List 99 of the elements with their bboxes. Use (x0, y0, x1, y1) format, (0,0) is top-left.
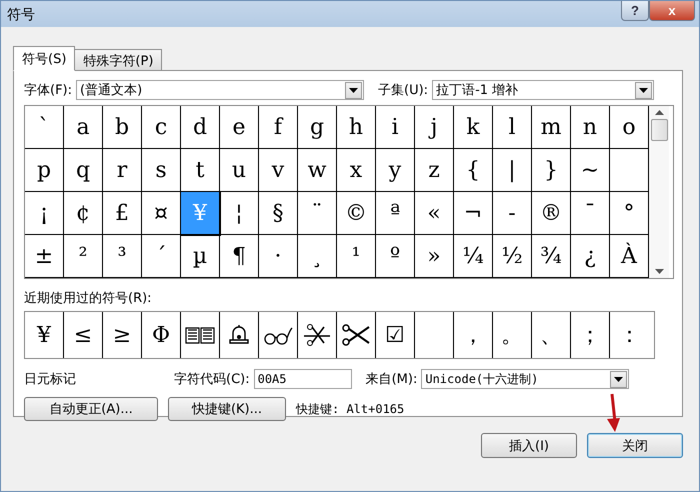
caret-icon (349, 88, 358, 92)
symbol-cell[interactable]: ¡ (25, 192, 64, 235)
symbol-cell[interactable]: ³ (103, 235, 142, 278)
recent-symbol-cell[interactable]: ≥ (103, 312, 142, 358)
symbol-cell[interactable]: f (259, 106, 298, 149)
symbol-cell[interactable]: ¢ (64, 192, 103, 235)
symbol-cell[interactable]: ` (25, 106, 64, 149)
symbol-cell[interactable]: ² (64, 235, 103, 278)
symbol-cell[interactable]: - (493, 192, 532, 235)
symbol-cell[interactable]: ´ (142, 235, 181, 278)
symbol-cell[interactable]: r (103, 149, 142, 192)
font-label: 字体(F): (24, 82, 72, 99)
symbol-cell[interactable]: w (298, 149, 337, 192)
symbol-cell[interactable]: q (64, 149, 103, 192)
tab[interactable]: 符号(S) (13, 46, 76, 71)
recent-symbol-cell[interactable]: ☑ (376, 312, 415, 358)
symbol-cell[interactable]: b (103, 106, 142, 149)
symbol-cell[interactable]: ¯ (571, 192, 610, 235)
symbol-cell[interactable]: n (571, 106, 610, 149)
symbol-cell[interactable]: ± (25, 235, 64, 278)
symbol-cell[interactable]: © (337, 192, 376, 235)
symbol-cell[interactable]: ¹ (337, 235, 376, 278)
symbol-cell[interactable]: c (142, 106, 181, 149)
scrollbar[interactable] (649, 106, 669, 278)
symbol-cell[interactable]: j (415, 106, 454, 149)
symbol-cell[interactable]: ¾ (532, 235, 571, 278)
symbol-cell[interactable]: u (220, 149, 259, 192)
caret-icon (639, 88, 648, 92)
symbol-cell[interactable]: l (493, 106, 532, 149)
symbol-cell[interactable]: ª (376, 192, 415, 235)
scrollbar-thumb[interactable] (650, 119, 668, 141)
recent-symbol-cell[interactable]: ≤ (64, 312, 103, 358)
symbol-cell[interactable]: ¦ (220, 192, 259, 235)
from-dropdown[interactable]: Unicode(十六进制) (421, 369, 630, 389)
symbol-cell[interactable]: ¸ (298, 235, 337, 278)
symbol-cell[interactable]: h (337, 106, 376, 149)
recent-symbol-cell[interactable]: 、 (532, 312, 571, 358)
symbol-cell[interactable]: k (454, 106, 493, 149)
symbol-name: 日元标记 (24, 371, 77, 388)
font-dropdown[interactable]: (普通文本) (76, 80, 364, 100)
pointer-arrow-icon (606, 393, 622, 433)
recent-symbol-cell[interactable]: 。 (493, 312, 532, 358)
symbol-cell[interactable]: a (64, 106, 103, 149)
symbol-cell[interactable]: p (25, 149, 64, 192)
recent-symbol-cell[interactable]: ； (571, 312, 610, 358)
scissors-icon (341, 324, 371, 346)
from-label: 来自(M): (366, 371, 418, 388)
symbol-cell[interactable]: · (259, 235, 298, 278)
bell-icon (227, 324, 251, 346)
symbol-cell[interactable]: x (337, 149, 376, 192)
symbol-cell[interactable]: v (259, 149, 298, 192)
autocorrect-button[interactable]: 自动更正(A)... (24, 397, 158, 421)
symbol-cell[interactable]: « (415, 192, 454, 235)
symbol-cell[interactable]: ¨ (298, 192, 337, 235)
symbol-cell[interactable]: £ (103, 192, 142, 235)
symbol-cell[interactable]: ½ (493, 235, 532, 278)
symbol-cell[interactable]: } (532, 149, 571, 192)
recent-symbols-label: 近期使用过的符号(R): (24, 290, 153, 307)
tab[interactable]: 特殊字符(P) (74, 49, 162, 70)
symbol-cell[interactable]: µ (181, 235, 220, 278)
symbol-cell[interactable]: d (181, 106, 220, 149)
symbol-cell[interactable]: g (298, 106, 337, 149)
subset-label: 子集(U): (378, 82, 428, 99)
open-book-icon (185, 325, 215, 345)
symbol-cell[interactable]: i (376, 106, 415, 149)
symbol-cell[interactable]: { (454, 149, 493, 192)
char-code-label: 字符代码(C): (174, 371, 250, 388)
scissors-icon (302, 324, 332, 346)
window-title: 符号 (7, 6, 35, 24)
recent-symbol-cell[interactable]: ， (454, 312, 493, 358)
glasses-icon (263, 325, 293, 345)
dialog-button[interactable]: 关闭 (587, 433, 683, 458)
symbol-cell[interactable]: ¬ (454, 192, 493, 235)
symbol-cell[interactable]: ~ (571, 149, 610, 192)
symbol-cell[interactable]: z (415, 149, 454, 192)
symbol-cell[interactable]: º (376, 235, 415, 278)
recent-symbol-cell[interactable]: Φ (142, 312, 181, 358)
shortcut-key-text: 快捷键: Alt+0165 (296, 400, 404, 418)
char-code-field[interactable]: 00A5 (254, 369, 352, 389)
symbol-cell[interactable]: ¼ (454, 235, 493, 278)
symbol-cell[interactable]: ¶ (220, 235, 259, 278)
scroll-up-icon (654, 110, 664, 115)
subset-dropdown[interactable]: 拉丁语-1 增补 (432, 80, 654, 100)
symbol-cell[interactable]: s (142, 149, 181, 192)
symbol-cell[interactable]: ¿ (571, 235, 610, 278)
symbol-cell[interactable]: § (259, 192, 298, 235)
scroll-down-icon (654, 269, 664, 274)
recent-symbol-cell[interactable]: ： (610, 312, 649, 358)
symbol-cell[interactable]: » (415, 235, 454, 278)
help-button[interactable]: ? (621, 1, 649, 21)
symbol-cell[interactable]: | (493, 149, 532, 192)
symbol-cell[interactable]: m (532, 106, 571, 149)
symbol-cell[interactable]: ® (532, 192, 571, 235)
shortcut-key-button[interactable]: 快捷键(K)... (168, 397, 286, 421)
symbol-cell[interactable]: y (376, 149, 415, 192)
dialog-button[interactable]: 插入(I) (481, 433, 577, 458)
symbol-cell[interactable]: e (220, 106, 259, 149)
caret-icon (614, 376, 624, 382)
recent-symbol-cell[interactable]: ¥ (25, 312, 64, 358)
